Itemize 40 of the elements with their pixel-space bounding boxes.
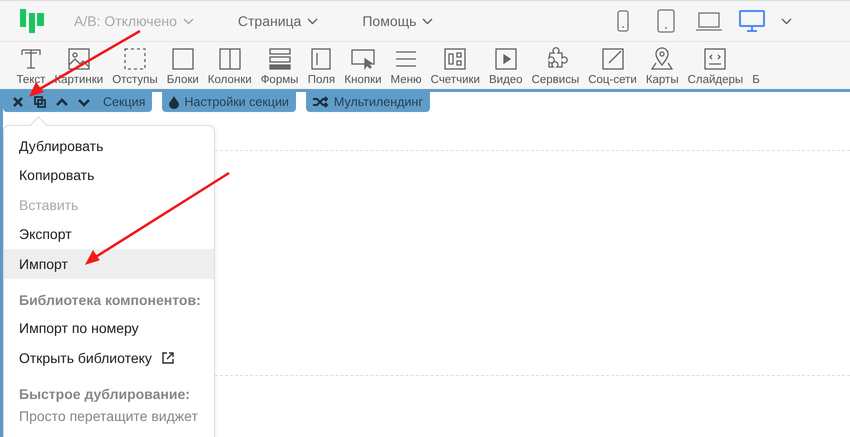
toolbar-item[interactable]: Видео <box>484 45 528 89</box>
toolbar-item[interactable]: Сервисы <box>527 45 584 89</box>
toolbar-item[interactable]: Формы <box>256 45 303 89</box>
menu-item[interactable]: Копировать <box>4 160 214 190</box>
toolbar-item[interactable]: Слайдеры <box>683 45 748 89</box>
toolbar-item[interactable]: Колонки <box>203 45 256 89</box>
toolbar-item[interactable]: Текст <box>12 45 50 89</box>
menu-item[interactable]: Импорт по номеру <box>4 314 214 343</box>
menu-item[interactable]: Дублировать <box>4 131 214 160</box>
external-link-icon <box>162 352 174 364</box>
desktop-icon[interactable] <box>738 8 766 34</box>
toolbar-item[interactable]: Меню <box>386 45 426 89</box>
toolbar-item[interactable]: Карты <box>641 45 684 89</box>
toolbar-item[interactable]: Б <box>748 45 764 89</box>
toolbar-item[interactable]: Поля <box>302 45 340 89</box>
menu-note: Просто перетащите виджет <box>18 408 199 424</box>
toolbar-item[interactable]: Соц-сети <box>584 45 642 89</box>
chevron-icon <box>182 18 194 24</box>
menu-item[interactable]: Импорт <box>4 249 214 278</box>
menu-dropdown[interactable]: Страница <box>238 13 318 29</box>
toolbar-item[interactable]: Кнопки <box>340 45 386 89</box>
logo[interactable] <box>20 9 44 33</box>
toolbar-item[interactable]: Счетчики <box>426 45 484 89</box>
menu-item[interactable]: Экспорт <box>4 220 214 249</box>
chevron-icon <box>307 18 318 24</box>
chevron-icon <box>781 18 792 24</box>
menu-heading: Библиотека компонентов: <box>18 290 202 310</box>
section-label: Секция <box>103 95 146 109</box>
menu-item[interactable]: Открыть библиотеку <box>4 343 214 372</box>
drop-icon <box>169 96 180 108</box>
section-tab[interactable]: Настройки секции <box>162 92 296 112</box>
toolbar-item[interactable]: Картинки <box>50 45 108 89</box>
menu-dropdown[interactable]: Помощь <box>362 13 434 29</box>
menu-heading: Быстрое дублирование: <box>18 384 191 404</box>
toolbar-item[interactable]: Блоки <box>162 45 204 89</box>
shuffle-icon <box>312 96 329 108</box>
toolbar-item[interactable]: Отступы <box>108 45 162 89</box>
section-tab[interactable]: Мультилендинг <box>306 92 430 112</box>
chevron-icon <box>422 18 434 24</box>
copy-icon[interactable] <box>31 93 49 111</box>
